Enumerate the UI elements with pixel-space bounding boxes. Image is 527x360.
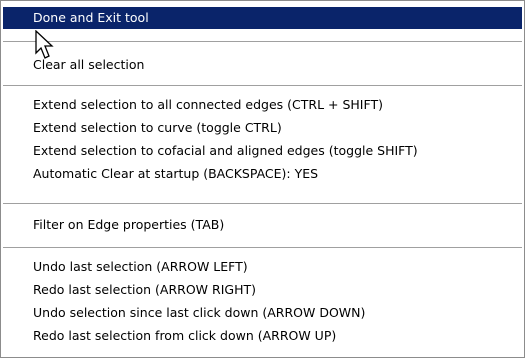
menu-item-redo-from-click-down[interactable]: Redo last selection from click down (ARR… — [1, 325, 524, 347]
context-menu: Done and Exit tool Clear all selection E… — [0, 0, 525, 358]
menu-item-undo-since-click-down[interactable]: Undo selection since last click down (AR… — [1, 302, 524, 324]
menu-item-filter-edge-properties[interactable]: Filter on Edge properties (TAB) — [1, 214, 524, 236]
menu-separator — [3, 85, 522, 87]
menu-item-extend-connected-edges[interactable]: Extend selection to all connected edges … — [1, 94, 524, 116]
menu-separator — [3, 41, 522, 43]
menu-item-clear-all-selection[interactable]: Clear all selection — [1, 54, 524, 76]
menu-item-automatic-clear[interactable]: Automatic Clear at startup (BACKSPACE): … — [1, 163, 524, 185]
menu-item-undo-last-selection[interactable]: Undo last selection (ARROW LEFT) — [1, 256, 524, 278]
menu-item-redo-last-selection[interactable]: Redo last selection (ARROW RIGHT) — [1, 279, 524, 301]
menu-separator — [3, 247, 522, 249]
menu-item-extend-cofacial-edges[interactable]: Extend selection to cofacial and aligned… — [1, 140, 524, 162]
menu-item-done-and-exit[interactable]: Done and Exit tool — [3, 7, 522, 29]
menu-separator — [3, 203, 522, 205]
menu-item-extend-curve[interactable]: Extend selection to curve (toggle CTRL) — [1, 117, 524, 139]
